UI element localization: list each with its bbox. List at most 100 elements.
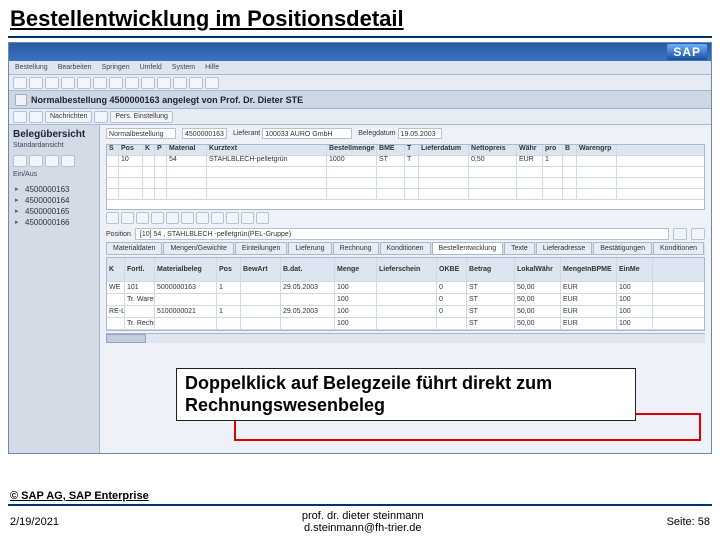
up-icon[interactable] xyxy=(673,228,687,240)
tree-item[interactable]: 4500000163 xyxy=(13,184,95,195)
tree-item[interactable]: 4500000166 xyxy=(13,217,95,228)
tab-item[interactable]: Texte xyxy=(504,242,535,254)
tab-item[interactable]: Rechnung xyxy=(333,242,379,254)
cell xyxy=(281,294,335,305)
detail-icon[interactable] xyxy=(13,111,27,123)
exit-icon[interactable] xyxy=(45,77,59,89)
select-icon[interactable] xyxy=(45,155,59,167)
filter-icon[interactable] xyxy=(226,212,239,224)
col-header: Pos xyxy=(119,145,143,155)
position-value[interactable]: [10] 54 , STAHLBLECH -pelletgrün(PEL-Gru… xyxy=(135,228,669,240)
doc-header-text: Normalbestellung 4500000163 angelegt von… xyxy=(31,95,303,105)
table-row[interactable]: WE1015000000163129.05.20031000ST50,00EUR… xyxy=(107,282,704,294)
cell: 1 xyxy=(217,306,241,317)
prevpage-icon[interactable] xyxy=(141,77,155,89)
detail-icon[interactable] xyxy=(106,212,119,224)
pers-einstellung-button[interactable]: Pers. Einstellung xyxy=(110,111,173,123)
down-icon[interactable] xyxy=(691,228,705,240)
tab-item[interactable]: Einteilungen xyxy=(235,242,288,254)
footer-author: prof. dr. dieter steinmann d.steinmann@f… xyxy=(59,510,667,534)
tab-item[interactable]: Materialdaten xyxy=(106,242,162,254)
tab-item[interactable]: Bestätigungen xyxy=(593,242,652,254)
overview-icon[interactable] xyxy=(29,111,43,123)
cell: EUR xyxy=(561,282,617,293)
save-icon[interactable] xyxy=(13,77,27,89)
cancel-icon[interactable] xyxy=(61,77,75,89)
menu-item[interactable]: Umfeld xyxy=(140,64,162,71)
tree-item[interactable]: 4500000164 xyxy=(13,195,95,206)
cell: ST xyxy=(467,294,515,305)
tab-item[interactable]: Konditionen xyxy=(380,242,431,254)
newsession-icon[interactable] xyxy=(189,77,203,89)
docdate-value[interactable]: 19.05.2003 xyxy=(398,128,442,139)
annotation-box: Doppelklick auf Belegzeile führt direkt … xyxy=(176,368,636,421)
expand-icon[interactable] xyxy=(121,212,134,224)
tab-item[interactable]: Mengen/Gewichte xyxy=(163,242,233,254)
col-header: B xyxy=(563,145,577,155)
print-icon[interactable] xyxy=(77,77,91,89)
unlock-icon[interactable] xyxy=(196,212,209,224)
delete-icon[interactable] xyxy=(166,212,179,224)
cell xyxy=(563,156,577,166)
tab-item[interactable]: Konditionen xyxy=(653,242,704,254)
cell: 50,00 xyxy=(515,294,561,305)
lastpage-icon[interactable] xyxy=(173,77,187,89)
cell xyxy=(155,294,217,305)
menu-item[interactable]: Bearbeiten xyxy=(58,64,92,71)
tree-item[interactable]: 4500000165 xyxy=(13,206,95,217)
tab-item[interactable]: Bestellentwicklung xyxy=(432,242,504,254)
tab-item[interactable]: Lieferung xyxy=(288,242,331,254)
cell: EUR xyxy=(561,306,617,317)
cell xyxy=(577,156,617,166)
nextpage-icon[interactable] xyxy=(157,77,171,89)
help-icon[interactable] xyxy=(205,77,219,89)
hscroll[interactable] xyxy=(106,333,705,343)
sap-logo: SAP xyxy=(667,44,707,60)
export-icon[interactable] xyxy=(241,212,254,224)
col-header: Betrag xyxy=(467,258,515,281)
cell xyxy=(377,306,437,317)
table-row[interactable]: Tr. Rechnungseingang100ST50,00EUR100 xyxy=(107,318,704,330)
copy-icon[interactable] xyxy=(151,212,164,224)
findnext-icon[interactable] xyxy=(109,77,123,89)
table-row[interactable]: Tr. Wareneingang1000ST50,00EUR100 xyxy=(107,294,704,306)
cell: 100 xyxy=(335,306,377,317)
cell: 54 xyxy=(167,156,207,166)
menu-item[interactable]: Springen xyxy=(102,64,130,71)
find-icon[interactable] xyxy=(93,77,107,89)
messages-button[interactable]: Nachrichten xyxy=(45,111,92,123)
cell: T xyxy=(405,156,419,166)
cell: EUR xyxy=(517,156,543,166)
position-label: Position xyxy=(106,231,131,238)
order-type[interactable]: Normalbestellung xyxy=(106,128,176,139)
sum-icon[interactable] xyxy=(211,212,224,224)
hscroll-thumb[interactable] xyxy=(106,334,146,343)
tab-item[interactable]: Lieferadresse xyxy=(536,242,592,254)
cell xyxy=(377,294,437,305)
collapse-icon[interactable] xyxy=(136,212,149,224)
refresh-icon[interactable] xyxy=(29,155,43,167)
menu-item[interactable]: Hilfe xyxy=(205,64,219,71)
cell: 1 xyxy=(217,282,241,293)
cell: 100 xyxy=(335,318,377,329)
doc-number[interactable]: 4500000163 xyxy=(182,128,227,139)
cell: Tr. Rechnungseingang xyxy=(125,318,155,329)
items-grid: SPosKPMaterialKurztextBestellmengeBMETLi… xyxy=(106,144,705,210)
lock-icon[interactable] xyxy=(181,212,194,224)
col-header: Lieferschein xyxy=(377,258,437,281)
cell xyxy=(241,282,281,293)
layout-icon[interactable] xyxy=(61,155,75,167)
cell xyxy=(241,318,281,329)
settings-icon[interactable] xyxy=(256,212,269,224)
back-icon[interactable] xyxy=(29,77,43,89)
filter-icon[interactable] xyxy=(13,155,27,167)
table-row[interactable]: RE-L5100000021129.05.20031000ST50,00EUR1… xyxy=(107,306,704,318)
cell: 5100000021 xyxy=(155,306,217,317)
vendor-value[interactable]: 100033 AURO GmbH xyxy=(262,128,352,139)
firstpage-icon[interactable] xyxy=(125,77,139,89)
menu-item[interactable]: Bestellung xyxy=(15,64,48,71)
menu-item[interactable]: System xyxy=(172,64,195,71)
table-row[interactable]: 1054STAHLBLECH-pelletgrün1000STT0,50EUR1 xyxy=(107,156,704,167)
col-header: EinMe xyxy=(617,258,653,281)
info-icon[interactable] xyxy=(94,111,108,123)
